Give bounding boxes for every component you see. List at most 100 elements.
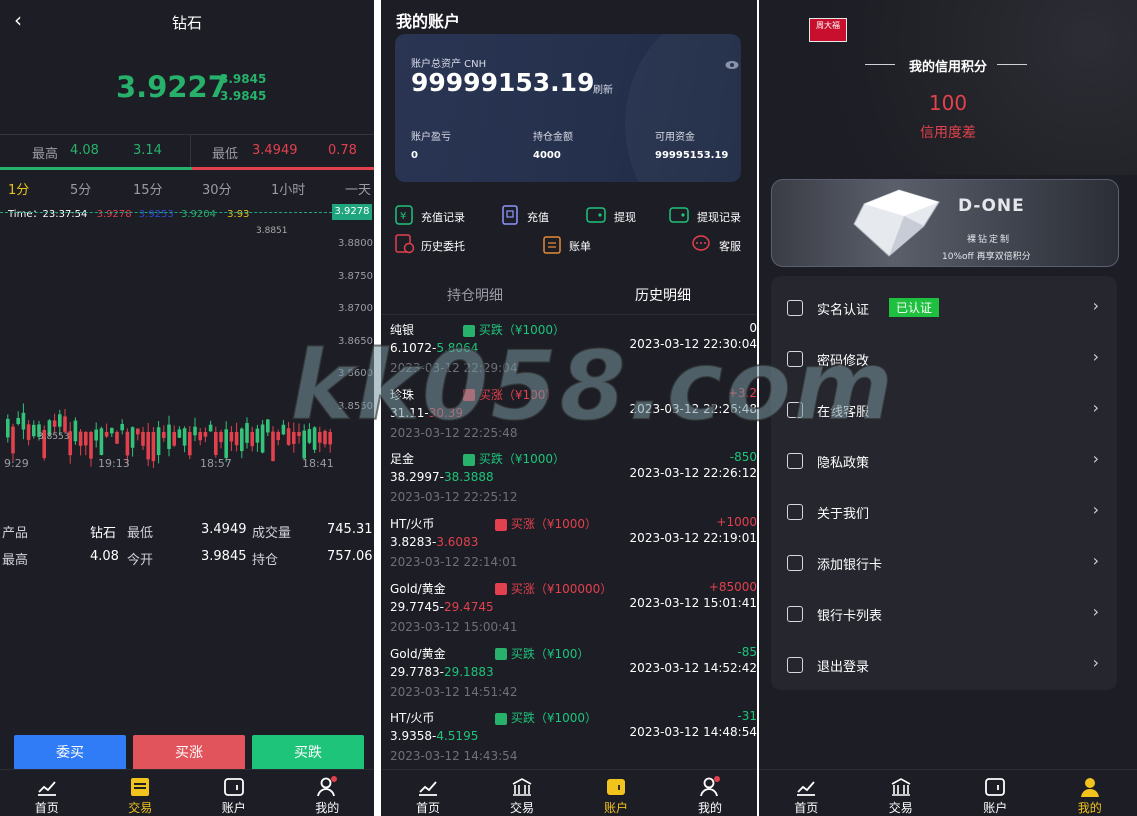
buy-up-button[interactable]: 买涨 — [133, 735, 245, 771]
price-high-small: 3.9845 — [220, 72, 267, 86]
chevron-right-icon: › — [1092, 602, 1099, 621]
row-range: 29.7745-29.4745 — [390, 599, 494, 614]
row-range: 3.8283-3.6083 — [390, 535, 479, 550]
tab-trade[interactable]: 交易 — [854, 770, 949, 816]
history-row[interactable]: HT/火币 买跌（¥1000） 3.9358-4.5195 -31 2023-03-1… — [381, 706, 757, 770]
verified-badge: 已认证 — [889, 298, 940, 317]
trade-panel: ‹ 钻石 3.9227 3.9845 3.9845 最高 4.08 3.14 最… — [0, 0, 374, 816]
history-row[interactable]: HT/火币 买涨（¥1000） 3.8283-3.6083 +1000 2023-03… — [381, 512, 757, 576]
chevron-right-icon: › — [1092, 296, 1099, 315]
high-value: 4.08 — [70, 143, 99, 158]
tab-hold-details[interactable]: 持仓明细 — [447, 285, 503, 305]
credit-title: 我的信用积分 — [908, 60, 987, 75]
promo-banner[interactable]: D-ONE 裸钻定制 10%off 再享双倍积分 — [771, 179, 1119, 267]
menu-item[interactable]: 密码修改 › — [771, 333, 1117, 384]
wallet-icon — [985, 778, 1006, 796]
history-row[interactable]: 足金 买跌（¥1000） 38.2997-38.3888 -850 2023-03-1… — [381, 447, 757, 511]
phone-icon — [502, 205, 518, 225]
tab-mine[interactable]: 我的 — [663, 770, 757, 816]
tab-trade[interactable]: 交易 — [475, 770, 569, 816]
banner-sub: 裸钻定制 — [967, 235, 1012, 245]
action-recharge[interactable]: 充值 — [501, 205, 549, 225]
menu-item[interactable]: 实名认证 已认证 › — [771, 282, 1117, 333]
profile-panel: 周大福 我的信用积分 100 信用度差 D-ONE 裸钻定制 10%off 再享… — [759, 0, 1137, 816]
entrust-button[interactable]: 委买 — [14, 735, 126, 771]
chat-bubble-icon — [692, 235, 710, 251]
tab-bar: 首页 交易 账户 我的 — [381, 769, 757, 816]
row-name: 纯银 — [390, 323, 415, 337]
row-range: 38.2997-38.3888 — [390, 470, 494, 485]
menu-item[interactable]: 添加银行卡 › — [771, 537, 1117, 588]
chat-icon — [787, 402, 803, 418]
tab-mine[interactable]: 我的 — [1043, 770, 1137, 816]
arrow-up-icon — [463, 389, 475, 402]
tab-account[interactable]: 账户 — [569, 770, 663, 816]
current-price: 3.9227 — [116, 70, 228, 104]
menu-item[interactable]: 银行卡列表 › — [771, 588, 1117, 639]
avail-value: 99995153.19 — [655, 150, 729, 161]
row-open-time: 2023-03-12 22:25:12 — [390, 490, 518, 505]
tab-home[interactable]: 首页 — [759, 770, 854, 816]
lock-icon — [787, 351, 803, 367]
price-low-small: 3.9845 — [220, 89, 267, 103]
action-bill[interactable]: 账单 — [543, 234, 591, 254]
period-5m[interactable]: 5分 — [70, 179, 91, 198]
action-history-orders[interactable]: 历史委托 — [395, 234, 465, 254]
history-row[interactable]: Gold/黄金 买涨（¥100000） 29.7745-29.4745 +85000… — [381, 577, 757, 641]
receipt-icon: ¥ — [395, 205, 413, 225]
period-1m[interactable]: 1分 — [8, 179, 29, 198]
action-withdraw[interactable]: 提现 — [586, 205, 636, 225]
tab-mine[interactable]: 我的 — [281, 770, 375, 816]
brand-logo: 周大福 — [809, 18, 847, 42]
hold-label: 持仓金额 — [533, 132, 573, 143]
row-pnl: +3.2 — [727, 385, 757, 400]
action-service[interactable]: 客服 — [691, 234, 741, 254]
refresh-link[interactable]: 刷新 — [593, 81, 613, 96]
tab-home[interactable]: 首页 — [381, 770, 475, 816]
action-recharge-record[interactable]: ¥ 充值记录 — [395, 205, 465, 225]
period-1d[interactable]: 一天 — [345, 179, 371, 198]
arrow-up-icon — [495, 518, 507, 531]
period-30m[interactable]: 30分 — [202, 179, 232, 198]
menu-item[interactable]: 在线客服 › — [771, 384, 1117, 435]
high-value2: 3.14 — [133, 143, 162, 158]
menu-item[interactable]: 关于我们 › — [771, 486, 1117, 537]
menu-label: 银行卡列表 — [817, 609, 883, 624]
row-range: 29.7783-29.1883 — [390, 664, 494, 679]
x-tick: 18:41 — [302, 457, 334, 470]
menu-item[interactable]: 隐私政策 › — [771, 435, 1117, 486]
row-pnl: +1000 — [716, 515, 757, 530]
action-withdraw-record[interactable]: 提现记录 — [669, 205, 741, 225]
row-close-time: 2023-03-12 14:48:54 — [629, 725, 757, 740]
page-title: 我的账户 — [396, 12, 461, 31]
row-direction: 买跌（¥100） — [495, 645, 589, 662]
high-bar — [0, 167, 192, 170]
tab-account[interactable]: 账户 — [948, 770, 1043, 816]
period-1h[interactable]: 1小时 — [271, 179, 305, 198]
tab-history-details[interactable]: 历史明细 — [635, 285, 691, 305]
eye-icon[interactable] — [725, 60, 739, 70]
tab-trade[interactable]: 交易 — [94, 770, 188, 816]
user-icon — [317, 776, 338, 797]
row-open-time: 2023-03-12 15:00:41 — [390, 619, 518, 634]
history-row[interactable]: 珍珠 买涨（¥100） 31.11-30.39 +3.2 2023-03-12 22:… — [381, 383, 757, 447]
row-name: Gold/黄金 — [390, 581, 446, 596]
menu-item[interactable]: 退出登录 › — [771, 639, 1117, 690]
history-doc-icon — [395, 234, 415, 254]
arrow-down-icon — [463, 324, 475, 337]
row-open-time: 2023-03-12 22:29:04 — [390, 361, 518, 375]
history-row[interactable]: 纯银 买跌（¥1000） 6.1072-5.8064 0 2023-03-12 22:… — [381, 318, 757, 382]
tab-home[interactable]: 首页 — [0, 770, 94, 816]
row-close-time: 2023-03-12 22:26:12 — [629, 466, 757, 481]
history-row[interactable]: Gold/黄金 买跌（¥100） 29.7783-29.1883 -85 2023-0… — [381, 642, 757, 706]
row-open-time: 2023-03-12 14:51:42 — [390, 684, 518, 699]
arrow-down-icon — [495, 648, 507, 660]
buy-down-button[interactable]: 买跌 — [252, 735, 364, 771]
tab-account[interactable]: 账户 — [187, 770, 281, 816]
period-15m[interactable]: 15分 — [133, 179, 163, 198]
arrow-down-icon — [495, 712, 507, 725]
product-title: 钻石 — [171, 14, 202, 32]
high-label: 最高 — [32, 147, 59, 162]
row-open-time: 2023-03-12 14:43:54 — [390, 749, 518, 764]
menu-label: 添加银行卡 — [817, 558, 883, 573]
